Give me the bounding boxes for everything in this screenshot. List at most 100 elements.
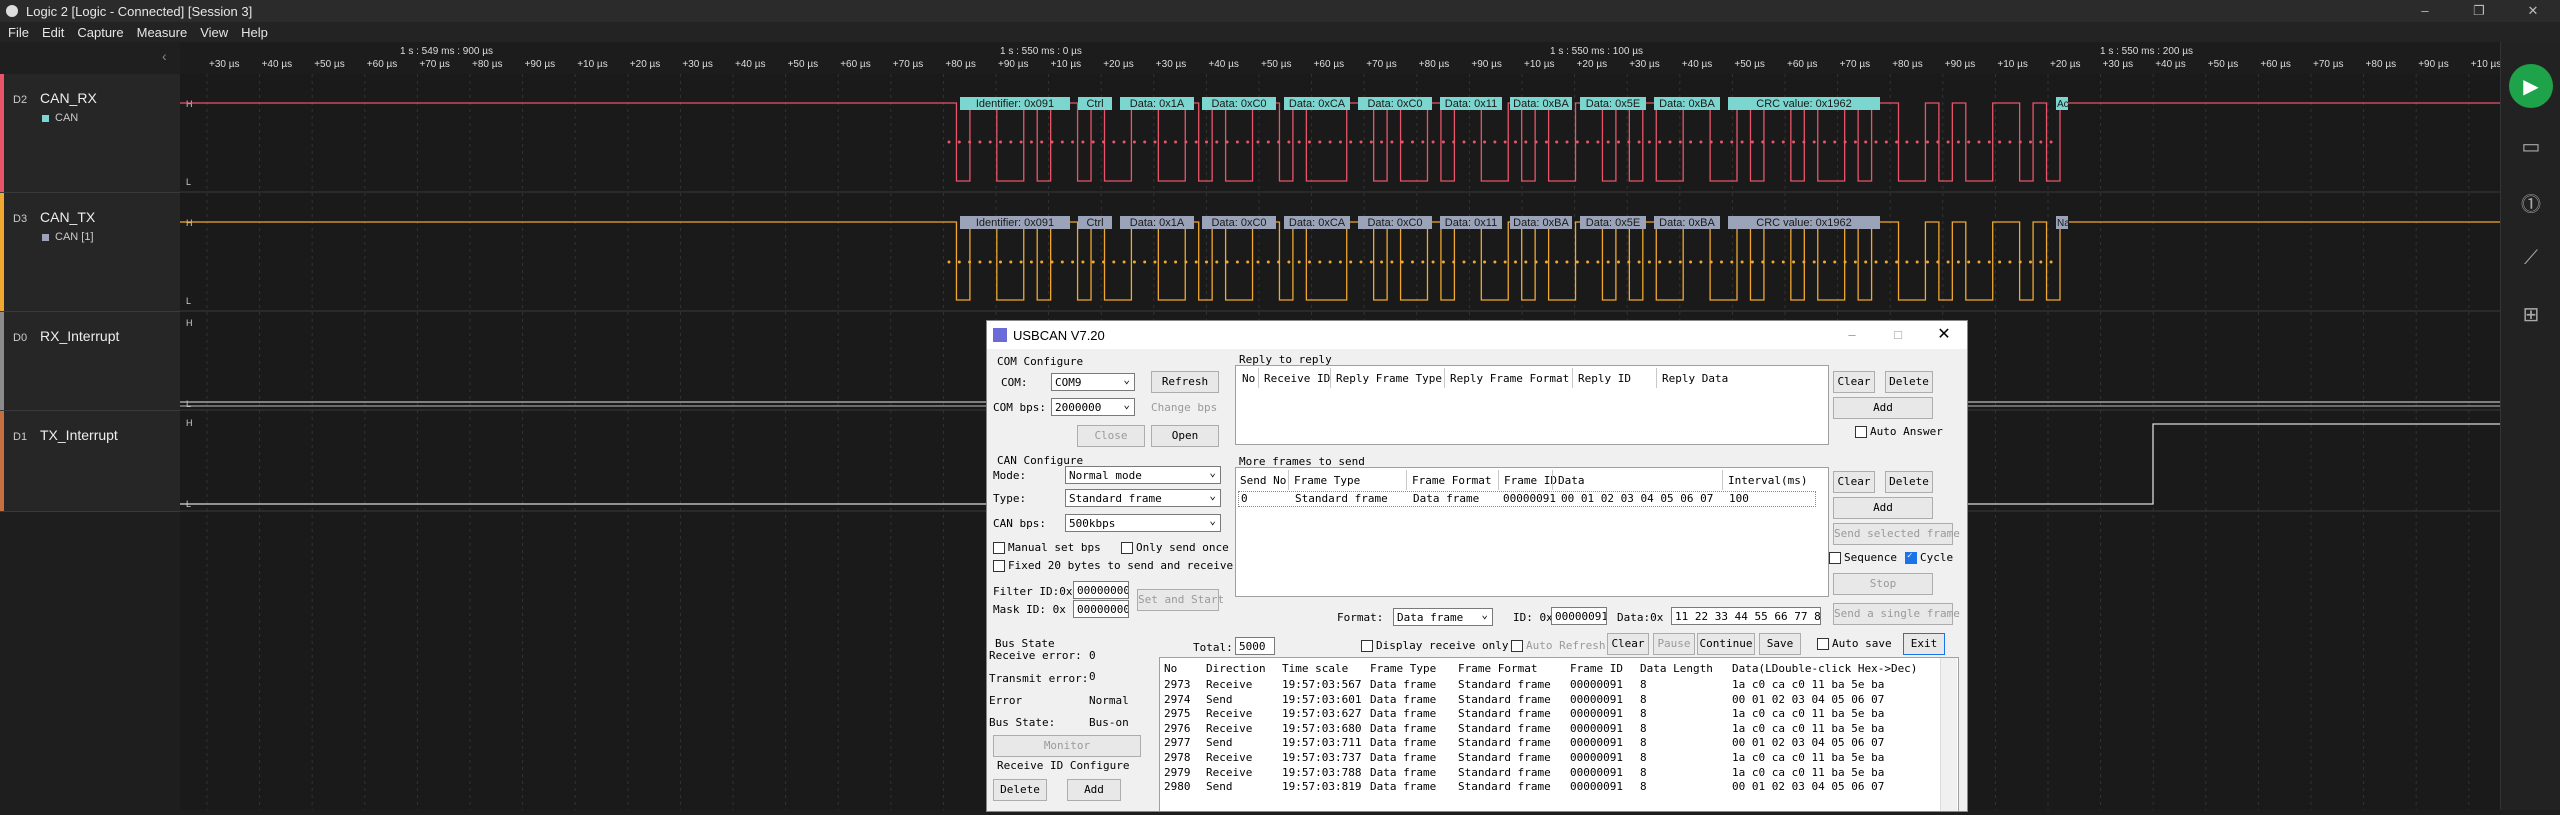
send-data-input[interactable]: 11 22 33 44 55 66 77 88 xyxy=(1671,607,1821,625)
analyzers-button[interactable]: ⓵ xyxy=(2511,182,2551,222)
channel-header-can-tx[interactable]: D3 CAN_TX CAN [1] xyxy=(0,193,180,312)
can-bps-select[interactable]: 500kbps xyxy=(1065,512,1221,532)
log-row[interactable]: 2976 Receive 19:57:03:680 Data frame Standar… xyxy=(1160,722,1940,736)
log-row[interactable]: 2974 Send 19:57:03:601 Data frame Standard f… xyxy=(1160,693,1940,707)
log-cell: 00000091 xyxy=(1570,751,1623,764)
set-and-start-button[interactable]: Set and Start xyxy=(1137,589,1224,611)
mode-select[interactable]: Normal mode xyxy=(1065,464,1221,484)
sample-dot xyxy=(1071,260,1075,264)
channel-name[interactable]: CAN_RX xyxy=(40,90,97,106)
time-tick-label: +30 µs xyxy=(2103,59,2134,70)
channel-name[interactable]: CAN_TX xyxy=(40,209,95,225)
open-port-button[interactable]: Open xyxy=(1151,425,1219,447)
log-row[interactable]: 2977 Send 19:57:03:711 Data frame Standard f… xyxy=(1160,736,1940,750)
sequence-checkbox[interactable]: Sequence xyxy=(1829,551,1897,564)
more-delete-button[interactable]: Delete xyxy=(1885,471,1933,493)
menu-edit[interactable]: Edit xyxy=(42,25,64,40)
monitor-button[interactable]: Monitor xyxy=(993,735,1141,757)
log-clear-button[interactable]: Clear xyxy=(1607,633,1649,655)
channel-header-tx-interrupt[interactable]: D1 TX_Interrupt xyxy=(0,411,180,512)
com-port-select[interactable]: COM9 xyxy=(1051,371,1135,391)
cycle-checkbox[interactable]: Cycle xyxy=(1905,551,1953,564)
refresh-button[interactable]: Refresh xyxy=(1151,371,1219,393)
total-input[interactable]: 5000 xyxy=(1235,637,1275,655)
sample-dot xyxy=(1246,140,1250,144)
time-tick-label: +30 µs xyxy=(1629,59,1660,70)
log-row[interactable]: 2975 Receive 19:57:03:627 Data frame Standar… xyxy=(1160,707,1940,721)
sample-dot xyxy=(988,140,992,144)
fixed-20-bytes-checkbox[interactable]: Fixed 20 bytes to send and receive xyxy=(993,559,1233,572)
sample-dot xyxy=(1050,260,1054,264)
analyzer-color-icon xyxy=(42,114,49,122)
collapse-chevron-icon[interactable]: ‹ xyxy=(162,48,167,64)
time-tick-label: +80 µs xyxy=(1892,59,1923,70)
more-frames-table[interactable]: Send No Frame Type Frame Format Frame ID… xyxy=(1235,467,1829,597)
com-bps-select[interactable]: 2000000 xyxy=(1051,396,1135,416)
reply-clear-button[interactable]: Clear xyxy=(1833,371,1875,393)
more-add-button[interactable]: Add xyxy=(1833,497,1933,519)
time-tick-label: +90 µs xyxy=(525,59,556,70)
filter-id-input[interactable]: 00000000 xyxy=(1073,581,1129,599)
channel-header-rx-interrupt[interactable]: D0 RX_Interrupt xyxy=(0,312,180,411)
mask-id-input[interactable]: 00000000 xyxy=(1073,600,1129,618)
auto-refresh-checkbox[interactable]: Auto Refresh xyxy=(1511,639,1605,652)
continue-button[interactable]: Continue xyxy=(1697,633,1755,655)
menu-capture[interactable]: Capture xyxy=(77,25,123,40)
pause-button[interactable]: Pause xyxy=(1653,633,1695,655)
only-send-once-checkbox[interactable]: Only send once xyxy=(1121,541,1229,554)
log-row[interactable]: 2973 Receive 19:57:03:567 Data frame Standar… xyxy=(1160,678,1940,692)
measurements-button[interactable]: ⟋ xyxy=(2511,238,2551,278)
reply-delete-button[interactable]: Delete xyxy=(1885,371,1933,393)
log-scrollbar[interactable] xyxy=(1940,658,1957,811)
send-single-frame-button[interactable]: Send a single frame xyxy=(1833,603,1960,625)
log-row[interactable]: 2980 Send 19:57:03:819 Data frame Standard f… xyxy=(1160,780,1940,794)
sample-dot xyxy=(1493,260,1497,264)
exit-button[interactable]: Exit xyxy=(1903,633,1945,655)
receive-id-add-button[interactable]: Add xyxy=(1067,779,1121,801)
log-row[interactable]: 2978 Receive 19:57:03:737 Data frame Standar… xyxy=(1160,751,1940,765)
maximize-icon[interactable]: ❐ xyxy=(2452,0,2506,22)
menu-view[interactable]: View xyxy=(200,25,228,40)
device-settings-button[interactable]: ▭ xyxy=(2511,126,2551,166)
auto-save-checkbox[interactable]: Auto save xyxy=(1817,637,1892,650)
close-port-button[interactable]: Close xyxy=(1077,425,1145,447)
protocol-frame-label: CRC value: 0x1962 xyxy=(1756,217,1851,229)
menu-file[interactable]: File xyxy=(8,25,29,40)
close-icon[interactable]: ✕ xyxy=(2506,0,2560,22)
sample-dot xyxy=(1143,140,1147,144)
start-capture-button[interactable]: ▶ xyxy=(2509,64,2553,108)
type-select[interactable]: Standard frame xyxy=(1065,487,1221,507)
sample-dot xyxy=(1864,260,1868,264)
change-bps-button[interactable]: Change bps xyxy=(1151,401,1217,414)
dialog-close-icon[interactable]: ✕ xyxy=(1921,321,1967,349)
receive-id-delete-button[interactable]: Delete xyxy=(993,779,1047,801)
dialog-maximize-icon[interactable]: □ xyxy=(1875,321,1921,349)
dialog-minimize-icon[interactable]: – xyxy=(1829,321,1875,349)
sample-dot xyxy=(1184,140,1188,144)
stop-button[interactable]: Stop xyxy=(1833,573,1933,595)
send-selected-frame-button[interactable]: Send selected frame xyxy=(1833,523,1960,545)
sample-dot xyxy=(1792,260,1796,264)
more-frames-row[interactable]: 0 Standard frame Data frame 00000091 00 … xyxy=(1238,491,1816,507)
extensions-button[interactable]: ⊞ xyxy=(2511,294,2551,334)
format-select[interactable]: Data frame xyxy=(1393,606,1493,626)
message-log-table[interactable]: No Direction Time scale Frame Type Frame… xyxy=(1159,657,1959,811)
reply-add-button[interactable]: Add xyxy=(1833,397,1933,419)
display-receive-only-checkbox[interactable]: Display receive only xyxy=(1361,639,1508,652)
log-cell: 1a c0 ca c0 11 ba 5e ba xyxy=(1732,707,1885,721)
more-clear-button[interactable]: Clear xyxy=(1833,471,1875,493)
channel-name[interactable]: RX_Interrupt xyxy=(40,328,119,344)
reply-table[interactable]: No Receive ID Reply Frame Type Reply Fra… xyxy=(1235,365,1829,445)
time-tick-label: +60 µs xyxy=(840,59,871,70)
minimize-icon[interactable]: – xyxy=(2398,0,2452,22)
manual-bps-checkbox[interactable]: Manual set bps xyxy=(993,541,1101,554)
channel-header-can-rx[interactable]: D2 CAN_RX CAN xyxy=(0,74,180,193)
save-button[interactable]: Save xyxy=(1759,633,1801,655)
sample-dot xyxy=(1926,260,1929,264)
log-row[interactable]: 2979 Receive 19:57:03:788 Data frame Standar… xyxy=(1160,766,1940,780)
send-id-input[interactable]: 00000091 xyxy=(1551,607,1607,625)
menu-help[interactable]: Help xyxy=(241,25,268,40)
channel-name[interactable]: TX_Interrupt xyxy=(40,427,118,443)
auto-answer-checkbox[interactable]: Auto Answer xyxy=(1855,425,1943,438)
menu-measure[interactable]: Measure xyxy=(137,25,188,40)
